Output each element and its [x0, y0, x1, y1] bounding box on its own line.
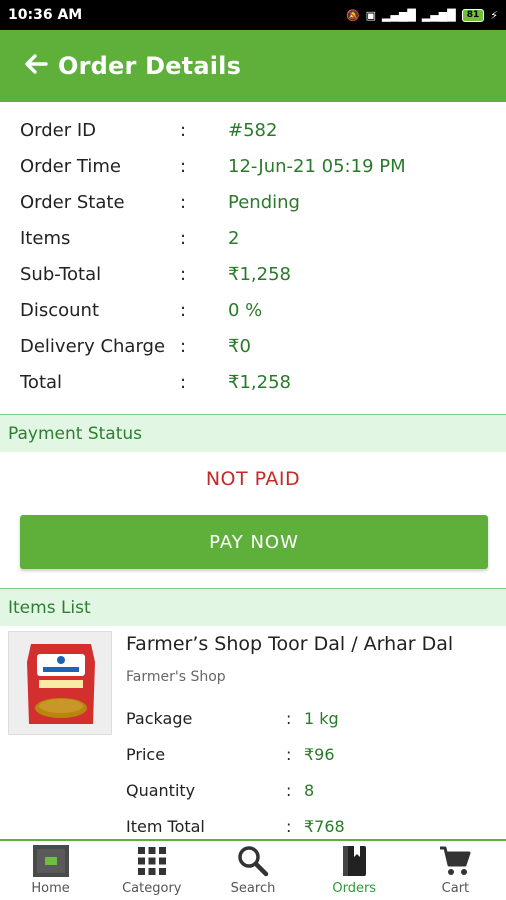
cart-icon	[439, 843, 471, 879]
nav-orders[interactable]: Orders	[304, 841, 405, 900]
nav-search[interactable]: Search	[202, 841, 303, 900]
item-label: Package	[126, 709, 193, 728]
app-bar: Order Details	[0, 30, 506, 102]
detail-colon: :	[180, 227, 187, 249]
item-value: ₹96	[304, 745, 335, 764]
detail-label: Order Time	[20, 155, 121, 177]
list-item[interactable]: Farmer’s Shop Toor Dal / Arhar Dal Farme…	[0, 625, 506, 840]
detail-row-delivery-charge: Delivery Charge : ₹0	[0, 328, 506, 364]
detail-colon: :	[180, 335, 187, 357]
detail-colon: :	[180, 155, 187, 177]
nav-home[interactable]: Home	[0, 841, 101, 900]
notification-icon: ▣	[365, 8, 377, 22]
detail-row-discount: Discount : 0 %	[0, 292, 506, 328]
search-icon	[237, 843, 269, 879]
nav-label: Home	[31, 881, 70, 896]
detail-colon: :	[180, 191, 187, 213]
item-colon: :	[286, 709, 292, 728]
signal-icon: ▂▄▆█	[382, 8, 416, 22]
home-logo-icon	[32, 843, 69, 879]
nav-cart[interactable]: Cart	[405, 841, 506, 900]
status-bar: 10:36 AM 🔕 ▣ ▂▄▆█ ▂▄▆█ 81 ⚡	[0, 0, 506, 30]
battery-icon: 81	[461, 8, 485, 22]
detail-label: Delivery Charge	[20, 335, 166, 357]
item-value: 8	[304, 781, 315, 800]
detail-label: Order ID	[20, 119, 97, 141]
product-name: Farmer’s Shop Toor Dal / Arhar Dal	[126, 633, 454, 655]
product-image	[8, 631, 112, 735]
detail-label: Total	[20, 371, 63, 393]
nav-label: Cart	[441, 881, 470, 896]
grid-icon	[137, 843, 167, 879]
detail-colon: :	[180, 119, 187, 141]
item-value: 1 kg	[304, 709, 339, 728]
product-brand: Farmer's Shop	[126, 669, 226, 685]
detail-value: ₹1,258	[228, 371, 291, 393]
nav-label: Orders	[332, 881, 377, 896]
item-row-quantity: Quantity : 8	[126, 781, 314, 800]
pay-now-button[interactable]: PAY NOW	[20, 515, 488, 569]
orders-book-icon	[340, 843, 368, 879]
item-row-price: Price : ₹96	[126, 745, 335, 764]
signal-icon-2: ▂▄▆█	[421, 8, 456, 22]
detail-value: ₹1,258	[228, 263, 291, 285]
charging-icon: ⚡	[490, 8, 498, 22]
bottom-nav: Home Category Search Orders Cart	[0, 839, 506, 900]
item-label: Price	[126, 745, 166, 764]
item-value: ₹768	[304, 817, 345, 836]
order-details: Order ID : #582 Order Time : 12-Jun-21 0…	[0, 112, 506, 400]
detail-colon: :	[180, 263, 187, 285]
nav-label: Category	[122, 881, 182, 896]
item-label: Item Total	[126, 817, 205, 836]
item-label: Quantity	[126, 781, 196, 800]
detail-label: Sub-Total	[20, 263, 102, 285]
item-colon: :	[286, 745, 292, 764]
payment-status-value: NOT PAID	[205, 468, 301, 490]
page-title: Order Details	[58, 52, 242, 80]
nav-category[interactable]: Category	[101, 841, 202, 900]
item-row-package: Package : 1 kg	[126, 709, 339, 728]
status-icons: 🔕 ▣ ▂▄▆█ ▂▄▆█ 81 ⚡	[345, 8, 498, 22]
item-colon: :	[286, 817, 292, 836]
detail-colon: :	[180, 299, 187, 321]
nav-label: Search	[230, 881, 276, 896]
detail-value: ₹0	[228, 335, 251, 357]
detail-value: 0 %	[228, 299, 263, 321]
detail-colon: :	[180, 371, 187, 393]
detail-row-subtotal: Sub-Total : ₹1,258	[0, 256, 506, 292]
detail-value: 12-Jun-21 05:19 PM	[228, 155, 406, 177]
detail-row-items: Items : 2	[0, 220, 506, 256]
back-arrow-icon[interactable]	[24, 53, 48, 80]
detail-row-order-time: Order Time : 12-Jun-21 05:19 PM	[0, 148, 506, 184]
detail-row-order-state: Order State : Pending	[0, 184, 506, 220]
item-row-item-total: Item Total : ₹768	[126, 817, 345, 836]
detail-row-order-id: Order ID : #582	[0, 112, 506, 148]
mute-icon: 🔕	[345, 8, 360, 22]
detail-label: Discount	[20, 299, 100, 321]
detail-value: 2	[228, 227, 240, 249]
detail-row-total: Total : ₹1,258	[0, 364, 506, 400]
detail-value: Pending	[228, 191, 300, 213]
item-colon: :	[286, 781, 292, 800]
status-time: 10:36 AM	[8, 7, 83, 23]
items-list-heading: Items List	[0, 588, 506, 626]
detail-label: Items	[20, 227, 71, 249]
detail-label: Order State	[20, 191, 125, 213]
detail-value: #582	[228, 119, 278, 141]
payment-status-heading: Payment Status	[0, 414, 506, 452]
